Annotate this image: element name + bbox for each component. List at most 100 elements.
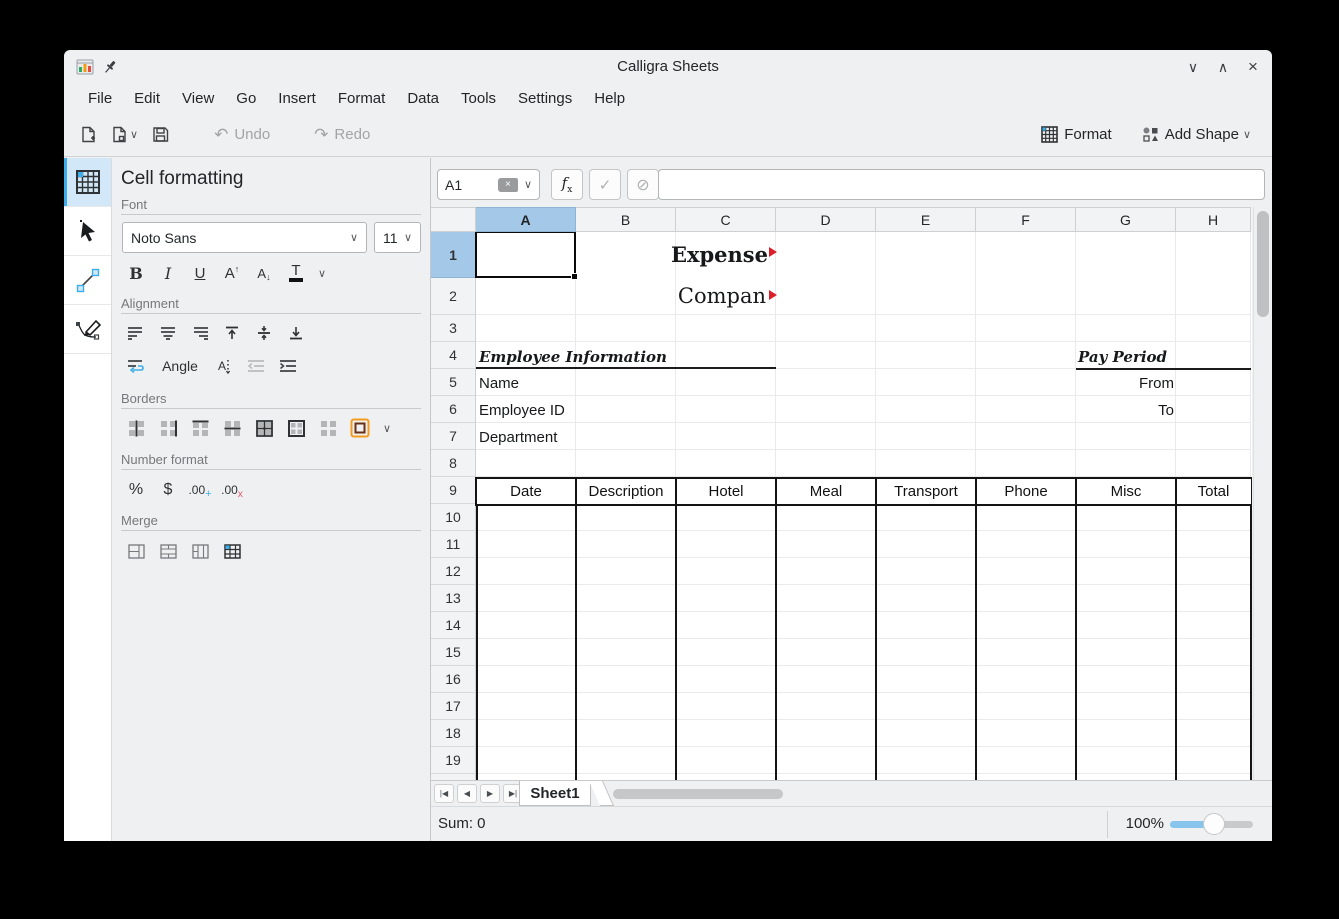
row-header-16[interactable]: 16	[431, 666, 475, 693]
row-header-1[interactable]: 1	[431, 232, 475, 278]
accept-entry-button[interactable]: ✓	[589, 169, 621, 200]
menu-item-format[interactable]: Format	[327, 86, 397, 111]
border-horizontal-button[interactable]	[216, 416, 248, 440]
border-all-button[interactable]	[248, 416, 280, 440]
border-chevron-icon[interactable]: ∨	[376, 416, 398, 440]
formula-wizard-button[interactable]: fx	[551, 169, 583, 200]
cells-canvas[interactable]: Expense Compan Employee Information Pay …	[476, 232, 1252, 780]
text-color-button[interactable]: T	[280, 261, 312, 285]
column-header-f[interactable]: F	[976, 207, 1076, 232]
bold-button[interactable]: B	[120, 261, 152, 285]
menu-item-insert[interactable]: Insert	[267, 86, 327, 111]
open-document-button[interactable]: ∨	[107, 122, 142, 147]
vertical-scrollbar[interactable]	[1253, 207, 1272, 780]
text-color-chevron-icon[interactable]: ∨	[312, 261, 332, 285]
clear-reference-icon[interactable]: ×	[498, 178, 518, 192]
menu-item-settings[interactable]: Settings	[507, 86, 583, 111]
align-vcenter-button[interactable]	[248, 321, 280, 345]
open-dropdown-chevron-icon[interactable]: ∨	[130, 128, 138, 141]
border-top-button[interactable]	[184, 416, 216, 440]
menu-item-data[interactable]: Data	[396, 86, 450, 111]
increase-indent-button[interactable]	[272, 354, 304, 378]
save-button[interactable]	[148, 122, 173, 147]
undo-button[interactable]: ↶ Undo	[207, 120, 277, 150]
cancel-entry-button[interactable]: ⊘	[627, 169, 659, 200]
line-tool[interactable]	[64, 256, 111, 305]
previous-sheet-button[interactable]: ◀	[457, 784, 477, 803]
decrease-precision-button[interactable]: .00x	[216, 478, 248, 502]
decrease-indent-button[interactable]	[240, 354, 272, 378]
column-header-e[interactable]: E	[876, 207, 976, 232]
cell-reference-box[interactable]: A1 × ∨	[437, 169, 540, 200]
cell-selection-a1[interactable]	[475, 232, 576, 278]
format-button[interactable]: Format	[1034, 121, 1119, 148]
row-header-14[interactable]: 14	[431, 612, 475, 639]
grow-font-button[interactable]: A↑	[216, 261, 248, 285]
new-document-button[interactable]	[76, 122, 101, 147]
menu-item-help[interactable]: Help	[583, 86, 636, 111]
maximize-button[interactable]: ∧	[1212, 56, 1234, 78]
row-header-10[interactable]: 10	[431, 504, 475, 531]
row-header-5[interactable]: 5	[431, 369, 475, 396]
border-vertical-button[interactable]	[120, 416, 152, 440]
row-header-11[interactable]: 11	[431, 531, 475, 558]
align-top-button[interactable]	[216, 321, 248, 345]
row-header-4[interactable]: 4	[431, 342, 475, 369]
italic-button[interactable]: I	[152, 261, 184, 285]
cell-format-tool[interactable]	[64, 158, 111, 207]
zoom-slider-thumb[interactable]	[1203, 813, 1225, 835]
menu-item-file[interactable]: File	[77, 86, 123, 111]
close-button[interactable]: ×	[1242, 56, 1264, 78]
merge-cells-button[interactable]	[120, 539, 152, 563]
font-size-select[interactable]: 11∨	[374, 222, 421, 253]
grid-body[interactable]: 1234567891011121314151617181920 Expense …	[431, 232, 1252, 780]
border-none-button[interactable]	[312, 416, 344, 440]
percent-format-button[interactable]: %	[120, 478, 152, 502]
row-header-18[interactable]: 18	[431, 720, 475, 747]
menu-item-view[interactable]: View	[171, 86, 225, 111]
row-header-2[interactable]: 2	[431, 278, 475, 315]
row-header-13[interactable]: 13	[431, 585, 475, 612]
shrink-font-button[interactable]: A↓	[248, 261, 280, 285]
reference-chevron-icon[interactable]: ∨	[524, 178, 532, 191]
row-header-17[interactable]: 17	[431, 693, 475, 720]
column-header-g[interactable]: G	[1076, 207, 1176, 232]
row-header-7[interactable]: 7	[431, 423, 475, 450]
underline-button[interactable]: U	[184, 261, 216, 285]
row-header-3[interactable]: 3	[431, 315, 475, 342]
add-shape-button[interactable]: Add Shape ∨	[1135, 121, 1258, 148]
column-header-c[interactable]: C	[676, 207, 776, 232]
shape-select-tool[interactable]	[64, 207, 111, 256]
select-all-corner[interactable]	[431, 207, 476, 232]
increase-precision-button[interactable]: .00+	[184, 478, 216, 502]
menu-item-tools[interactable]: Tools	[450, 86, 507, 111]
column-header-h[interactable]: H	[1176, 207, 1251, 232]
align-center-button[interactable]	[152, 321, 184, 345]
column-header-d[interactable]: D	[776, 207, 876, 232]
menu-item-go[interactable]: Go	[225, 86, 267, 111]
currency-format-button[interactable]: $	[152, 478, 184, 502]
row-header-6[interactable]: 6	[431, 396, 475, 423]
zoom-slider[interactable]	[1170, 821, 1253, 828]
align-left-button[interactable]	[120, 321, 152, 345]
minimize-button[interactable]: ∨	[1182, 56, 1204, 78]
wrap-text-button[interactable]	[120, 354, 152, 378]
row-header-9[interactable]: 9	[431, 477, 475, 504]
border-outline-button[interactable]	[280, 416, 312, 440]
column-header-b[interactable]: B	[576, 207, 676, 232]
menu-item-edit[interactable]: Edit	[123, 86, 171, 111]
align-bottom-button[interactable]	[280, 321, 312, 345]
row-header-19[interactable]: 19	[431, 747, 475, 774]
angle-button[interactable]: Angle	[152, 358, 208, 374]
vertical-text-button[interactable]: A	[208, 354, 240, 378]
row-header-15[interactable]: 15	[431, 639, 475, 666]
vertical-scrollbar-thumb[interactable]	[1257, 211, 1269, 317]
horizontal-scrollbar-thumb[interactable]	[613, 789, 783, 799]
border-right-button[interactable]	[152, 416, 184, 440]
redo-button[interactable]: ↷ Redo	[307, 120, 377, 150]
font-family-select[interactable]: Noto Sans∨	[122, 222, 367, 253]
next-sheet-button[interactable]: ▶	[480, 784, 500, 803]
formula-input[interactable]	[658, 169, 1265, 200]
selection-handle[interactable]	[571, 273, 578, 280]
row-header-12[interactable]: 12	[431, 558, 475, 585]
